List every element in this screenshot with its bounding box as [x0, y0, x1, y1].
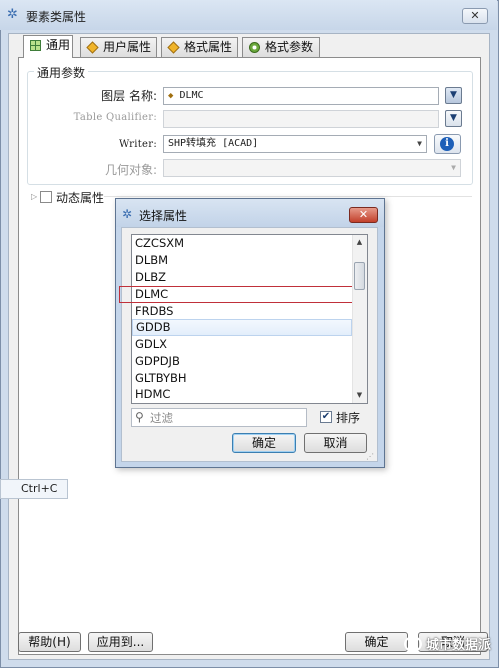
list-item[interactable]: GDLX	[132, 336, 352, 353]
list-item[interactable]: DLBM	[132, 252, 352, 269]
scroll-down-icon[interactable]: ▼	[353, 389, 366, 402]
search-icon: ⚲	[135, 410, 144, 424]
list-item[interactable]: GDPDJB	[132, 353, 352, 370]
geometry-label: 几何对象:	[104, 163, 157, 177]
writer-value: SHP转填充 [ACAD]	[168, 138, 259, 149]
scroll-thumb[interactable]	[354, 262, 365, 290]
gear-icon	[249, 42, 260, 53]
tab-general[interactable]: 通用	[23, 35, 73, 58]
dynamic-attributes-checkbox[interactable]	[40, 191, 52, 203]
writer-label: Writer:	[119, 139, 157, 150]
chevron-down-icon: ▼	[417, 139, 422, 148]
sort-checkbox[interactable]: ✔	[320, 411, 332, 423]
help-button[interactable]: 帮助(H)	[18, 632, 81, 652]
list-item[interactable]: CZCSXM	[132, 235, 352, 252]
list-item-focused[interactable]: DLMC	[119, 286, 353, 303]
filter-placeholder: 过滤	[150, 411, 173, 425]
expand-arrow-icon[interactable]: ▷	[31, 192, 37, 201]
geometry-select[interactable]: ▼	[163, 159, 461, 177]
layer-name-value: DLMC	[179, 90, 204, 101]
layer-name-dropdown-button[interactable]: ▼	[445, 87, 462, 104]
dialog-ok-button[interactable]: 确定	[232, 433, 296, 453]
chevron-down-icon: ▼	[451, 163, 456, 172]
tab-label: 格式参数	[265, 40, 314, 54]
watermark-logo-icon	[404, 636, 422, 652]
dialog-cancel-button[interactable]: 取消	[304, 433, 367, 453]
dialog-title: 选择属性	[139, 209, 188, 223]
apply-to-button[interactable]: 应用到...	[88, 632, 153, 652]
list-item[interactable]: DLBZ	[132, 269, 352, 286]
tab-format-attributes[interactable]: 格式属性	[161, 37, 238, 58]
list-item-hovered[interactable]: GDDB	[132, 319, 352, 336]
group-label: 通用参数	[34, 64, 89, 81]
diamond-icon: ◆	[168, 91, 174, 101]
table-qualifier-field[interactable]	[163, 110, 439, 128]
window-title: 要素类属性	[26, 10, 87, 24]
tab-user-attributes[interactable]: 用户属性	[80, 37, 157, 58]
tab-label: 格式属性	[184, 40, 233, 54]
app-icon: ✲	[122, 207, 133, 221]
layer-name-field[interactable]: ◆ DLMC	[163, 87, 439, 105]
close-button[interactable]: ✕	[462, 8, 488, 24]
list-item[interactable]: HDMC	[132, 386, 352, 403]
table-qualifier-dropdown-button[interactable]: ▼	[445, 110, 462, 127]
watermark-text: 城市数据派	[426, 638, 492, 653]
tab-label: 用户属性	[103, 40, 152, 54]
copy-tooltip: Ctrl+C	[0, 479, 68, 499]
diamond-icon	[167, 41, 180, 54]
dialog-close-button[interactable]: ✕	[349, 207, 378, 223]
info-icon: i	[440, 137, 454, 151]
dynamic-attributes-label: 动态属性	[56, 191, 105, 205]
diamond-icon	[86, 41, 99, 54]
grid-icon	[30, 40, 41, 51]
writer-select[interactable]: SHP转填充 [ACAD] ▼	[163, 135, 427, 153]
list-scrollbar[interactable]	[352, 235, 367, 403]
list-item[interactable]: GLTBYBH	[132, 370, 352, 387]
tab-format-parameters[interactable]: 格式参数	[242, 37, 320, 58]
app-icon: ✲	[7, 7, 18, 22]
ok-button[interactable]: 确定	[345, 632, 408, 652]
resize-grip-icon[interactable]: ⋰	[366, 452, 374, 461]
list-item[interactable]: FRDBS	[132, 303, 352, 320]
tab-label: 通用	[46, 38, 71, 52]
sort-label: 排序	[336, 411, 361, 425]
table-qualifier-label: Table Qualifier:	[73, 112, 157, 123]
divider	[104, 196, 472, 197]
scroll-up-icon[interactable]: ▲	[353, 236, 366, 249]
layer-name-label: 图层 名称:	[101, 89, 157, 103]
